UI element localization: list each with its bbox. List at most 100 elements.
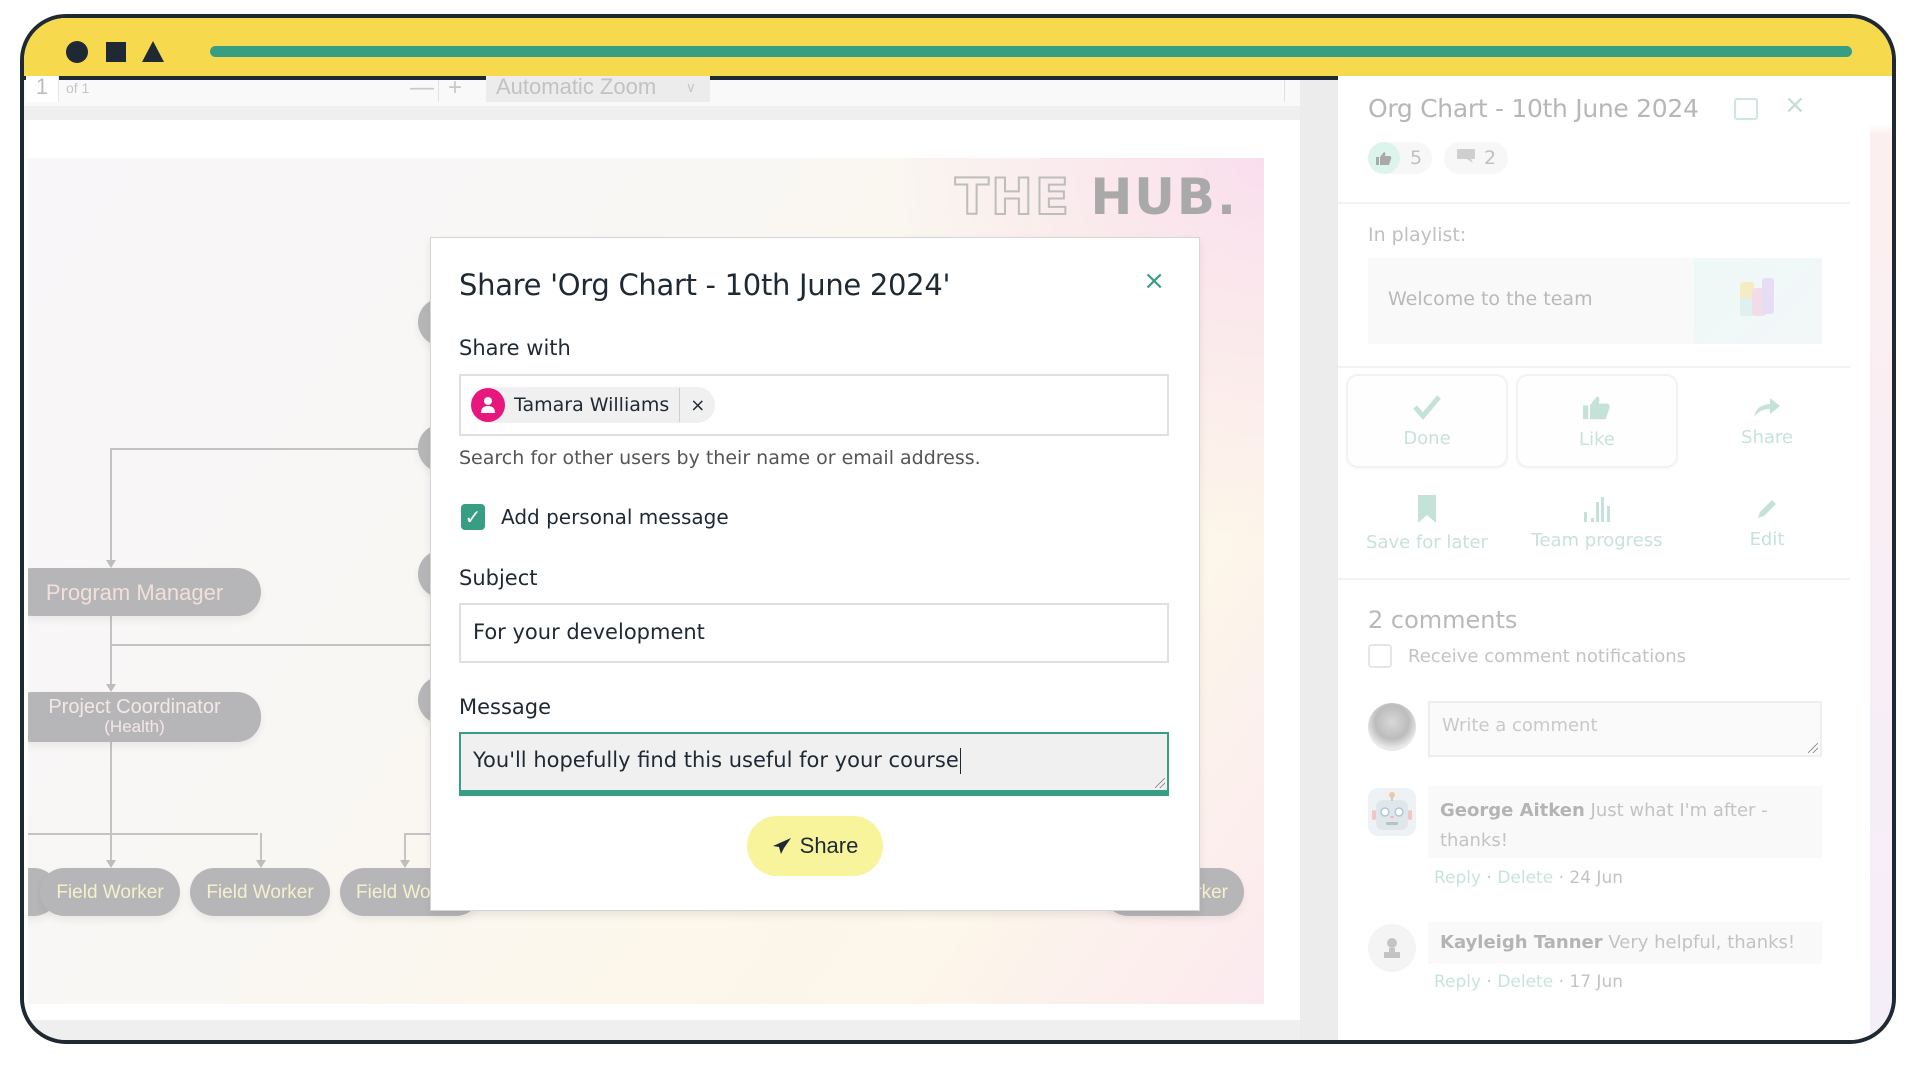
dialog-title: Share 'Org Chart - 10th June 2024' (459, 268, 951, 302)
toolbar-divider (438, 80, 439, 102)
in-playlist-label: In playlist: (1368, 224, 1467, 246)
connector-line (110, 742, 112, 862)
playlist-title: Welcome to the team (1388, 288, 1593, 310)
recipient-name: Tamara Williams (514, 388, 681, 422)
comments-heading: 2 comments (1368, 606, 1518, 634)
resize-handle[interactable] (1808, 743, 1818, 753)
notify-checkbox[interactable] (1368, 644, 1392, 668)
progress-bar (210, 46, 1852, 57)
user-icon (1384, 938, 1400, 958)
like-count-badge[interactable]: 5 (1368, 142, 1432, 174)
page-edge (1870, 76, 1892, 1040)
comment-placeholder: Write a comment (1442, 715, 1598, 736)
chevron-down-icon: ∨ (685, 79, 696, 95)
close-icon[interactable]: × (1784, 90, 1806, 120)
connector-line (260, 833, 262, 863)
the-hub-logo: THE HUB. (954, 167, 1238, 227)
org-node-field-worker: Field Worker (40, 868, 180, 916)
bookmark-icon (1418, 494, 1436, 523)
divider (1338, 202, 1850, 204)
add-message-row: ✓ Add personal message (461, 504, 729, 530)
text-caret (959, 748, 961, 774)
current-user-avatar (1368, 703, 1416, 751)
comment-input[interactable]: Write a comment (1428, 701, 1822, 757)
reply-link[interactable]: Reply (1434, 868, 1481, 888)
connector-line (110, 644, 440, 646)
share-help-text: Search for other users by their name or … (459, 447, 981, 469)
message-textarea[interactable]: You'll hopefully find this useful for yo… (459, 732, 1169, 796)
panel-title: Org Chart - 10th June 2024 (1368, 94, 1699, 123)
check-icon (1413, 394, 1441, 420)
share-with-label: Share with (459, 336, 571, 360)
resize-handle[interactable] (1155, 778, 1165, 788)
comment-text: Very helpful, thanks! (1608, 932, 1796, 953)
share-with-input[interactable]: Tamara Williams × (459, 374, 1169, 436)
circle-icon (66, 41, 88, 63)
pdf-viewer-bottom (24, 1020, 1300, 1040)
speech-bubble-icon (1456, 147, 1476, 169)
team-progress-button[interactable]: Team progress (1516, 476, 1678, 570)
thumbs-up-icon (1368, 142, 1400, 174)
zoom-out-button[interactable]: — (410, 74, 434, 102)
share-arrow-icon (1754, 397, 1780, 417)
paper-plane-icon (772, 838, 791, 854)
thumbs-up-icon (1583, 396, 1610, 419)
arrow-icon (400, 860, 410, 868)
connector-line (28, 833, 258, 835)
connector-line (404, 833, 406, 863)
comment-author[interactable]: Kayleigh Tanner (1440, 932, 1603, 953)
zoom-select-value: Automatic Zoom (496, 74, 657, 99)
comment-date: 17 Jun (1569, 972, 1623, 992)
share-action-button[interactable]: Share (1686, 374, 1848, 468)
close-icon[interactable]: × (1143, 266, 1165, 296)
toolbar-divider (1284, 80, 1285, 102)
arrow-icon (106, 560, 116, 568)
done-button[interactable]: Done (1346, 374, 1508, 468)
comment: George Aitken Just what I'm after - than… (1428, 786, 1822, 858)
remove-recipient-button[interactable]: × (690, 395, 705, 416)
org-node-field-worker: Field Worker (190, 868, 330, 916)
comment-count-badge[interactable]: 2 (1444, 142, 1508, 174)
arrow-icon (256, 860, 266, 868)
share-button[interactable]: Share (747, 816, 883, 876)
org-node-program-manager: Program Manager (28, 568, 261, 616)
like-button[interactable]: Like (1516, 374, 1678, 468)
comment-author[interactable]: George Aitken (1440, 800, 1585, 821)
user-icon (471, 388, 505, 422)
subject-input[interactable]: For your development (459, 603, 1169, 663)
save-for-later-button[interactable]: Save for later (1346, 476, 1508, 570)
add-message-label: Add personal message (501, 505, 729, 529)
pdf-toolbar: 1 of 1 — + Automatic Zoom ∨ (24, 74, 1300, 107)
playlist-card[interactable]: Welcome to the team (1368, 258, 1822, 344)
delete-link[interactable]: Delete (1497, 972, 1553, 992)
connector-line (110, 616, 112, 686)
pencil-icon (1758, 499, 1776, 518)
comment-meta: Reply · Delete · 24 Jun (1434, 868, 1623, 888)
square-icon (106, 42, 126, 62)
subject-label: Subject (459, 566, 538, 590)
notify-label: Receive comment notifications (1408, 645, 1687, 667)
comment-meta: Reply · Delete · 17 Jun (1434, 972, 1623, 992)
delete-link[interactable]: Delete (1497, 868, 1553, 888)
comment: Kayleigh Tanner Very helpful, thanks! (1428, 922, 1822, 964)
add-message-checkbox[interactable]: ✓ (461, 504, 485, 530)
page-number-input[interactable]: 1 (26, 76, 59, 102)
org-node-project-coordinator: Project Coordinator (Health) (28, 692, 261, 742)
comment-date: 24 Jun (1569, 868, 1623, 888)
divider (1338, 578, 1850, 580)
zoom-in-button[interactable]: + (448, 74, 462, 102)
details-panel: Org Chart - 10th June 2024 × 5 2 In play… (1338, 76, 1870, 1040)
expand-icon[interactable] (1734, 98, 1758, 120)
pdf-viewer-gap (24, 106, 1300, 120)
notify-row: Receive comment notifications (1368, 644, 1686, 668)
default-user-avatar (1368, 924, 1416, 972)
triangle-icon (142, 41, 164, 62)
edit-button[interactable]: Edit (1686, 476, 1848, 570)
recipient-chip: Tamara Williams × (471, 387, 716, 423)
divider (1338, 366, 1850, 368)
message-label: Message (459, 695, 552, 719)
reply-link[interactable]: Reply (1434, 972, 1481, 992)
zoom-select[interactable]: Automatic Zoom ∨ (486, 76, 710, 102)
robot-avatar-icon (1368, 788, 1416, 836)
page-count: of 1 (66, 80, 90, 96)
